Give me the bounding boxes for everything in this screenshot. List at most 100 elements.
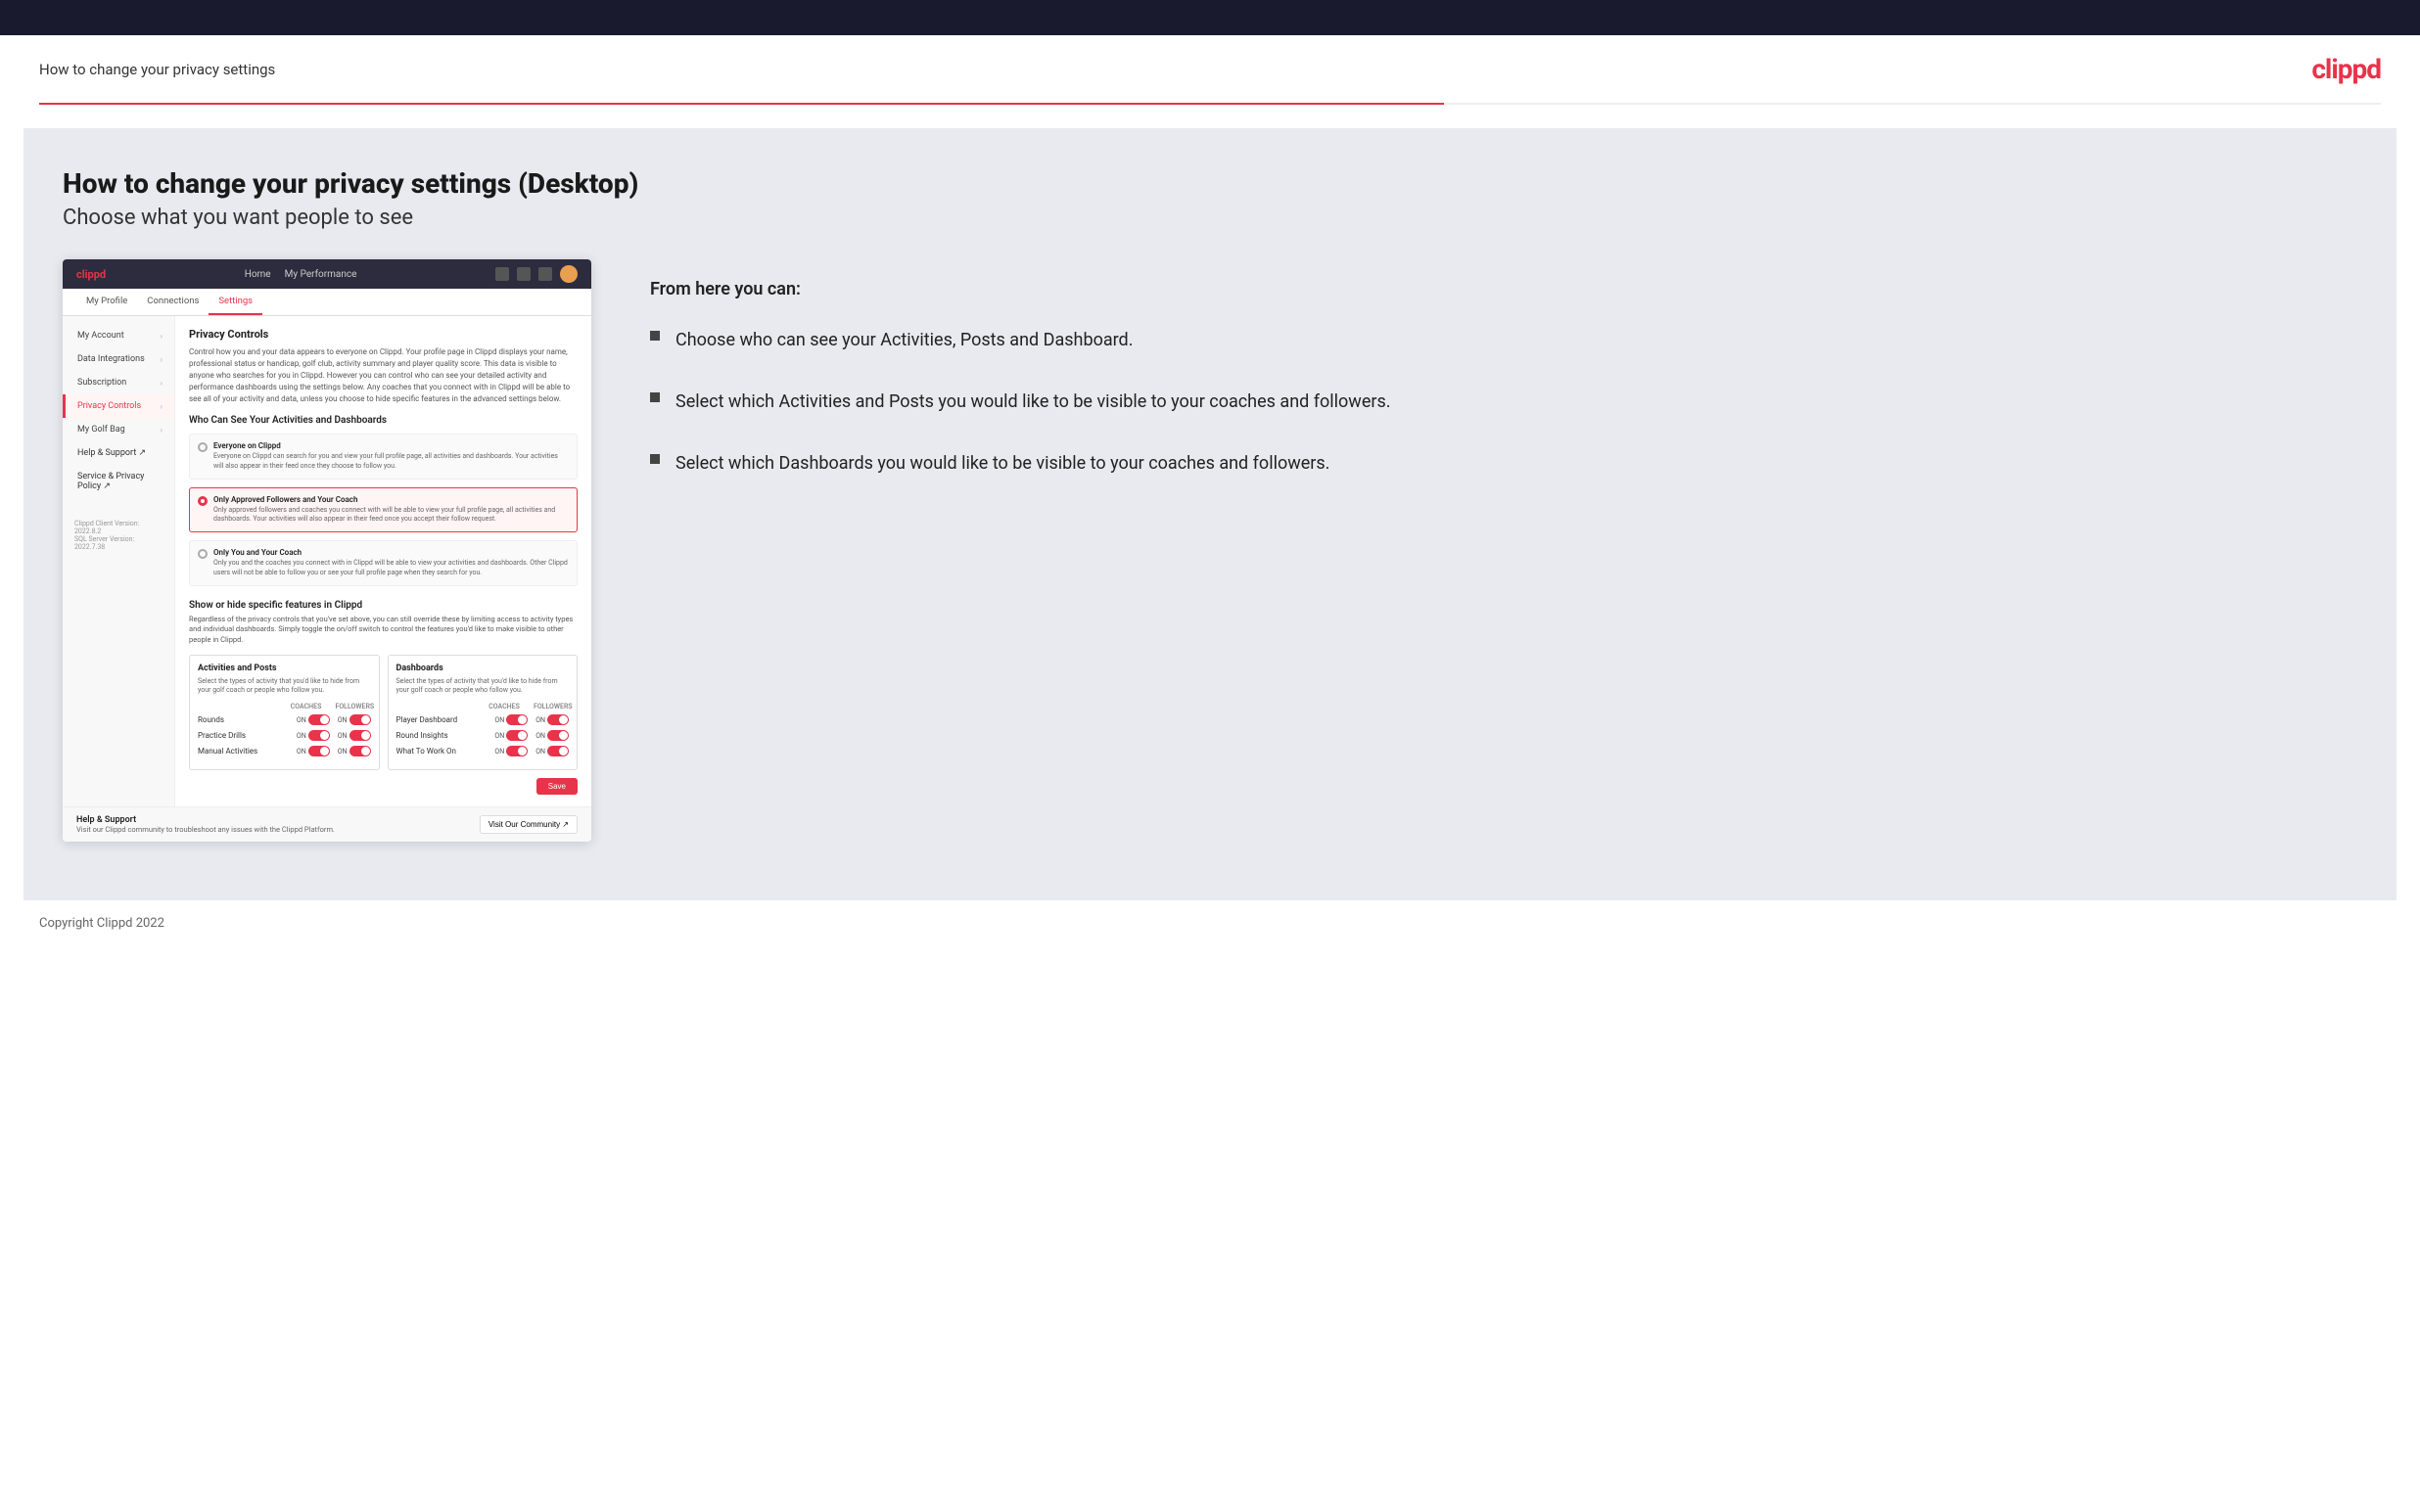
- mock-chevron-golfbag: ›: [161, 426, 163, 435]
- bullet-marker-3: [650, 454, 660, 464]
- header-divider: [39, 103, 2381, 105]
- mock-chevron-subscription: ›: [161, 379, 163, 388]
- page-heading: How to change your privacy settings (Des…: [63, 167, 2357, 200]
- mock-radio-approved[interactable]: Only Approved Followers and Your Coach O…: [189, 487, 578, 533]
- mock-workon-followers-toggle[interactable]: [547, 746, 569, 756]
- bullet-text-2: Select which Activities and Posts you wo…: [675, 389, 1391, 415]
- main-content: How to change your privacy settings (Des…: [23, 128, 2397, 900]
- bullet-item-2: Select which Activities and Posts you wo…: [650, 389, 2357, 415]
- mock-drills-coaches-toggle[interactable]: [308, 730, 330, 741]
- mock-work-on-row: What To Work On ON ON: [396, 746, 570, 756]
- mock-nav-icons: [495, 265, 578, 283]
- mock-radio-only-you[interactable]: Only You and Your Coach Only you and the…: [189, 540, 578, 586]
- mock-toggle-cards: Activities and Posts Select the types of…: [189, 655, 578, 770]
- page-subheading: Choose what you want people to see: [63, 206, 2357, 230]
- mock-radio-dot-everyone: [198, 442, 208, 452]
- bullet-intro: From here you can:: [650, 279, 2357, 299]
- mock-dashboards-header: COACHES FOLLOWERS: [396, 703, 570, 710]
- mock-main-panel: Privacy Controls Control how you and you…: [175, 316, 591, 806]
- mock-save-bar: Save: [189, 778, 578, 795]
- header: How to change your privacy settings clip…: [0, 35, 2420, 103]
- content-row: clippd Home My Performance My Profile Co…: [63, 259, 2357, 842]
- mock-radio-dot-approved: [198, 496, 208, 506]
- mock-body: My Account › Data Integrations › Subscri…: [63, 316, 591, 806]
- mock-sidebar-privacy-policy[interactable]: Service & Privacy Policy ↗: [63, 465, 174, 498]
- mock-chevron-privacy: ›: [161, 402, 163, 411]
- bullet-section: From here you can: Choose who can see yo…: [650, 259, 2357, 477]
- mock-rounds-row: Rounds ON ON: [198, 714, 371, 725]
- mock-grid-icon: [517, 267, 531, 281]
- bullet-marker-2: [650, 392, 660, 402]
- mock-chevron-account: ›: [161, 332, 163, 341]
- mock-insights-followers-toggle[interactable]: [547, 730, 569, 741]
- mock-chevron-integrations: ›: [161, 355, 163, 364]
- bullet-text-1: Choose who can see your Activities, Post…: [675, 327, 1133, 353]
- mock-sidebar-subscription[interactable]: Subscription ›: [63, 371, 174, 394]
- bullet-marker-1: [650, 331, 660, 341]
- mock-nav-home: Home: [245, 269, 271, 280]
- mock-insights-coaches-toggle[interactable]: [506, 730, 528, 741]
- mock-nav-links: Home My Performance: [245, 269, 357, 280]
- mock-help-bar: Help & Support Visit our Clippd communit…: [63, 806, 591, 842]
- mock-activities-subtitle: Select the types of activity that you'd …: [198, 677, 371, 695]
- mock-rounds-followers-toggle[interactable]: [349, 714, 371, 725]
- mock-rounds-coaches-toggle[interactable]: [308, 714, 330, 725]
- mock-player-coaches-toggle[interactable]: [506, 714, 528, 725]
- mock-search-icon: [495, 267, 509, 281]
- bullet-item-3: Select which Dashboards you would like t…: [650, 450, 2357, 477]
- mock-sidebar-golfbag[interactable]: My Golf Bag ›: [63, 418, 174, 441]
- mock-activities-card: Activities and Posts Select the types of…: [189, 655, 380, 770]
- bullet-text-3: Select which Dashboards you would like t…: [675, 450, 1329, 477]
- mock-feature-section: Show or hide specific features in Clippd…: [189, 600, 578, 796]
- mock-manual-coaches-toggle[interactable]: [308, 746, 330, 756]
- mock-tab-settings[interactable]: Settings: [209, 289, 262, 315]
- mock-drills-row: Practice Drills ON ON: [198, 730, 371, 741]
- mock-panel-title: Privacy Controls: [189, 328, 578, 341]
- mock-radio-everyone[interactable]: Everyone on Clippd Everyone on Clippd ca…: [189, 434, 578, 480]
- mock-avatar: [560, 265, 578, 283]
- mock-feature-desc: Regardless of the privacy controls that …: [189, 615, 578, 646]
- mock-round-insights-row: Round Insights ON ON: [396, 730, 570, 741]
- mock-manual-row: Manual Activities ON ON: [198, 746, 371, 756]
- mock-save-button[interactable]: Save: [536, 778, 578, 795]
- bullet-item-1: Choose who can see your Activities, Post…: [650, 327, 2357, 353]
- screenshot-mockup: clippd Home My Performance My Profile Co…: [63, 259, 591, 842]
- mock-logo: clippd: [76, 268, 106, 281]
- mock-sidebar-account[interactable]: My Account ›: [63, 324, 174, 347]
- mock-panel-description: Control how you and your data appears to…: [189, 346, 578, 405]
- mock-radio-dot-only-you: [198, 549, 208, 559]
- logo: clippd: [2311, 53, 2381, 85]
- mock-nav-performance: My Performance: [285, 269, 357, 280]
- mock-player-followers-toggle[interactable]: [547, 714, 569, 725]
- mock-visibility-title: Who Can See Your Activities and Dashboar…: [189, 415, 578, 426]
- mock-tab-connections[interactable]: Connections: [137, 289, 209, 315]
- footer: Copyright Clippd 2022: [0, 900, 2420, 946]
- mock-workon-coaches-toggle[interactable]: [506, 746, 528, 756]
- mock-help-desc: Visit our Clippd community to troublesho…: [76, 825, 335, 834]
- mock-sidebar-version: Clippd Client Version: 2022.8.2SQL Serve…: [63, 508, 174, 563]
- mock-dashboards-title: Dashboards: [396, 664, 570, 673]
- mock-player-dashboard-row: Player Dashboard ON ON: [396, 714, 570, 725]
- mock-feature-title: Show or hide specific features in Clippd: [189, 600, 578, 611]
- mock-navbar: clippd Home My Performance: [63, 259, 591, 289]
- mock-visit-community-button[interactable]: Visit Our Community ↗: [480, 815, 578, 834]
- mock-sidebar-help[interactable]: Help & Support ↗: [63, 441, 174, 465]
- mock-activities-header: COACHES FOLLOWERS: [198, 703, 371, 710]
- mock-activities-title: Activities and Posts: [198, 664, 371, 673]
- mock-dashboards-card: Dashboards Select the types of activity …: [388, 655, 579, 770]
- mock-sidebar-integrations[interactable]: Data Integrations ›: [63, 347, 174, 371]
- mock-radio-group: Everyone on Clippd Everyone on Clippd ca…: [189, 434, 578, 586]
- header-title: How to change your privacy settings: [39, 61, 275, 78]
- mock-dashboards-subtitle: Select the types of activity that you'd …: [396, 677, 570, 695]
- mock-sidebar: My Account › Data Integrations › Subscri…: [63, 316, 175, 806]
- mock-help-title: Help & Support: [76, 815, 335, 825]
- mock-sidebar-privacy[interactable]: Privacy Controls ›: [63, 394, 174, 418]
- mock-tab-profile[interactable]: My Profile: [76, 289, 137, 315]
- bullet-list: Choose who can see your Activities, Post…: [650, 327, 2357, 477]
- top-bar: [0, 0, 2420, 35]
- mock-drills-followers-toggle[interactable]: [349, 730, 371, 741]
- mock-manual-followers-toggle[interactable]: [349, 746, 371, 756]
- mock-tabs: My Profile Connections Settings: [63, 289, 591, 316]
- copyright: Copyright Clippd 2022: [39, 916, 164, 931]
- mock-settings-icon: [538, 267, 552, 281]
